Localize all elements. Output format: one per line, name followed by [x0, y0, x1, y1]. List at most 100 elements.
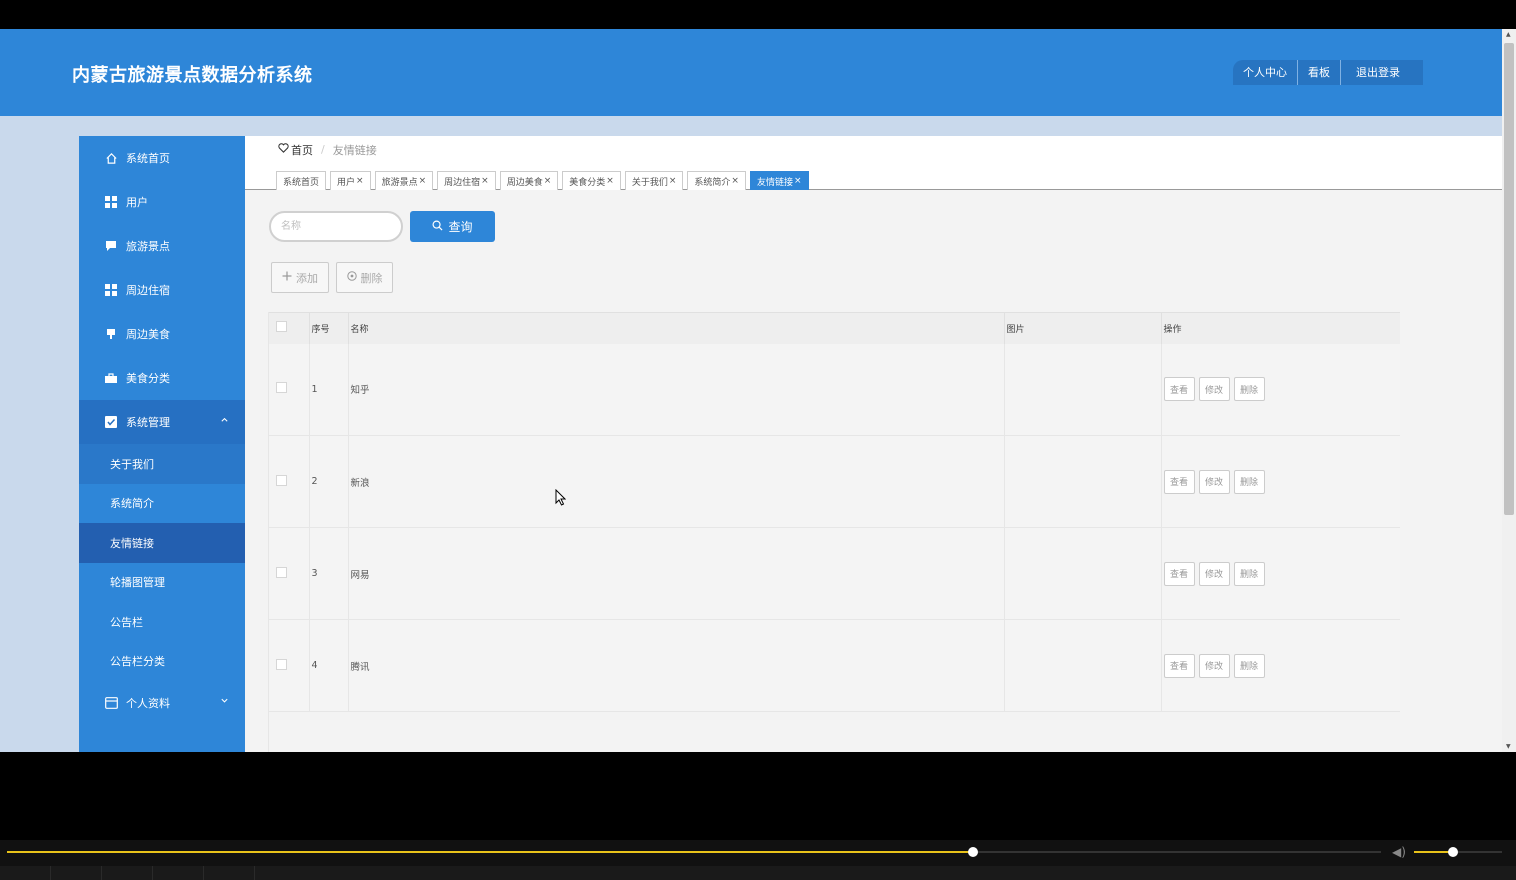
- sidebar-item-label: 美食分类: [126, 372, 170, 385]
- grid-icon: [104, 195, 118, 209]
- search-button-label: 查询: [448, 220, 473, 234]
- edit-button[interactable]: 修改: [1198, 561, 1230, 586]
- header-index: 序号: [309, 312, 349, 344]
- tab-close-icon[interactable]: ×: [669, 176, 677, 186]
- tab-close-icon[interactable]: ×: [481, 176, 489, 186]
- delete-button[interactable]: 删除: [1233, 469, 1265, 494]
- row-image: [1004, 435, 1162, 528]
- sidebar-item-scenic-spots[interactable]: 旅游景点: [79, 224, 245, 268]
- search-input[interactable]: [269, 211, 403, 242]
- tab-label: 关于我们: [631, 177, 668, 188]
- table-header-row: 序号 名称 图片 操作: [269, 312, 1400, 344]
- add-button[interactable]: 添加: [271, 262, 329, 293]
- sidebar-subitem-intro[interactable]: 系统简介: [79, 484, 245, 524]
- sidebar-item-label: 系统管理: [126, 416, 170, 429]
- row-actions: 查看 修改 删除: [1161, 435, 1400, 528]
- row-checkbox[interactable]: [276, 566, 287, 578]
- view-button[interactable]: 查看: [1163, 469, 1195, 494]
- view-button[interactable]: 查看: [1163, 561, 1195, 586]
- tab-item[interactable]: 关于我们 ×: [624, 171, 684, 190]
- tab-item[interactable]: 周边美食 ×: [499, 171, 559, 190]
- sidebar-subitem-notice-category[interactable]: 公告栏分类: [79, 642, 245, 682]
- row-checkbox[interactable]: [276, 382, 287, 394]
- delete-button[interactable]: 删除: [1233, 653, 1265, 678]
- sidebar-item-food-category[interactable]: 美食分类: [79, 356, 245, 400]
- batch-delete-label: 删除: [360, 272, 383, 285]
- tab-item[interactable]: 系统简介 ×: [687, 171, 746, 190]
- player-segment: [0, 866, 51, 880]
- table-row: 1 知乎 查看 修改 删除: [269, 343, 1400, 436]
- tab-item[interactable]: 系统首页: [276, 171, 327, 190]
- player-segment: [102, 866, 153, 880]
- suitcase-icon: [104, 371, 118, 385]
- sidebar-subitem-about[interactable]: 关于我们: [79, 444, 245, 484]
- progress-bar[interactable]: [7, 847, 1381, 857]
- sidebar-subitem-friend-links[interactable]: 友情链接: [79, 523, 245, 563]
- tab-close-icon[interactable]: ×: [731, 176, 739, 186]
- edit-button[interactable]: 修改: [1198, 653, 1230, 678]
- tab-item[interactable]: 友情链接 ×: [749, 171, 809, 190]
- row-index: 4: [309, 619, 349, 712]
- tab-label: 友情链接: [756, 177, 793, 188]
- select-all-checkbox[interactable]: [276, 321, 287, 333]
- breadcrumb-separator: /: [321, 143, 325, 156]
- scroll-down-icon[interactable]: ▼: [1506, 743, 1511, 750]
- row-checkbox[interactable]: [276, 658, 287, 670]
- home-icon: [104, 151, 118, 165]
- search-button[interactable]: 查询: [410, 211, 495, 242]
- delete-button[interactable]: 删除: [1233, 561, 1265, 586]
- table-row: 4 腾讯 查看 修改 删除: [269, 619, 1400, 712]
- remove-circle-icon: [346, 271, 357, 284]
- logout-link[interactable]: 退出登录: [1341, 60, 1410, 85]
- tab-item[interactable]: 用户 ×: [330, 171, 371, 190]
- browser-viewport: 内蒙古旅游景点数据分析系统 个人中心 看板 退出登录 系统首页 用户 旅游景点: [0, 29, 1516, 752]
- volume-slider[interactable]: [1414, 847, 1502, 857]
- tab-label: 周边住宿: [444, 177, 481, 188]
- player-segment: [51, 866, 102, 880]
- grid-icon: [104, 283, 118, 297]
- tab-close-icon[interactable]: ×: [419, 176, 427, 186]
- tab-close-icon[interactable]: ×: [794, 176, 802, 186]
- dashboard-link[interactable]: 看板: [1298, 60, 1341, 85]
- volume-icon[interactable]: ◀): [1392, 845, 1406, 859]
- app-header: 内蒙古旅游景点数据分析系统 个人中心 看板 退出登录: [0, 29, 1502, 116]
- page-scrollbar[interactable]: ▲ ▼: [1502, 29, 1516, 752]
- sidebar-subitem-carousel[interactable]: 轮播图管理: [79, 563, 245, 603]
- profile-center-link[interactable]: 个人中心: [1233, 60, 1298, 85]
- row-name: 知乎: [348, 343, 1005, 436]
- scroll-up-icon[interactable]: ▲: [1506, 31, 1511, 38]
- volume-handle[interactable]: [1447, 847, 1458, 857]
- tab-item[interactable]: 周边住宿 ×: [437, 171, 496, 190]
- sidebar-item-users[interactable]: 用户: [79, 180, 245, 224]
- batch-delete-button[interactable]: 删除: [336, 262, 393, 293]
- breadcrumb-home[interactable]: 首页: [278, 142, 313, 158]
- view-button[interactable]: 查看: [1163, 377, 1195, 402]
- view-button[interactable]: 查看: [1163, 653, 1195, 678]
- cup-icon: [104, 327, 118, 341]
- sidebar-subitem-notice[interactable]: 公告栏: [79, 602, 245, 642]
- sidebar-item-home[interactable]: 系统首页: [79, 136, 245, 180]
- sidebar-item-food[interactable]: 周边美食: [79, 312, 245, 356]
- tab-close-icon[interactable]: ×: [356, 176, 364, 186]
- app-title: 内蒙古旅游景点数据分析系统: [72, 65, 313, 86]
- table-row: 3 网易 查看 修改 删除: [269, 527, 1400, 620]
- sidebar-item-profile[interactable]: 个人资料: [79, 681, 245, 725]
- row-name: 网易: [348, 527, 1005, 620]
- edit-button[interactable]: 修改: [1198, 469, 1230, 494]
- tab-close-icon[interactable]: ×: [544, 176, 552, 186]
- delete-button[interactable]: 删除: [1233, 377, 1265, 402]
- edit-button[interactable]: 修改: [1198, 377, 1230, 402]
- sidebar-item-label: 个人资料: [126, 697, 170, 710]
- sidebar-item-label: 用户: [126, 196, 148, 209]
- tab-item[interactable]: 美食分类 ×: [562, 171, 621, 190]
- scrollbar-thumb[interactable]: [1504, 43, 1514, 515]
- row-name: 腾讯: [348, 619, 1005, 712]
- tab-item[interactable]: 旅游景点 ×: [374, 171, 434, 190]
- sidebar-item-system-management[interactable]: 系统管理: [79, 400, 245, 444]
- row-image: [1004, 527, 1162, 620]
- add-button-label: 添加: [296, 272, 318, 285]
- sidebar-item-lodging[interactable]: 周边住宿: [79, 268, 245, 312]
- row-checkbox[interactable]: [276, 474, 287, 486]
- progress-handle[interactable]: [967, 847, 978, 857]
- tab-close-icon[interactable]: ×: [606, 176, 614, 186]
